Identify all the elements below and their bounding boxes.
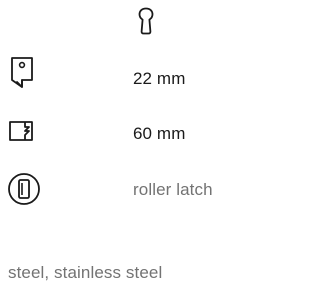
keyhole-cylinder-icon xyxy=(137,7,155,35)
distance-icon xyxy=(8,118,34,144)
backset-icon xyxy=(9,56,35,90)
latch-value: roller latch xyxy=(133,180,213,199)
material-text: steel, stainless steel xyxy=(8,263,163,282)
product-spec-panel: 22 mm 60 mm roller latch steel, stainles… xyxy=(0,0,246,294)
distance-value: 60 mm xyxy=(133,124,186,143)
backset-value: 22 mm xyxy=(133,69,186,88)
roller-latch-icon xyxy=(7,172,41,206)
